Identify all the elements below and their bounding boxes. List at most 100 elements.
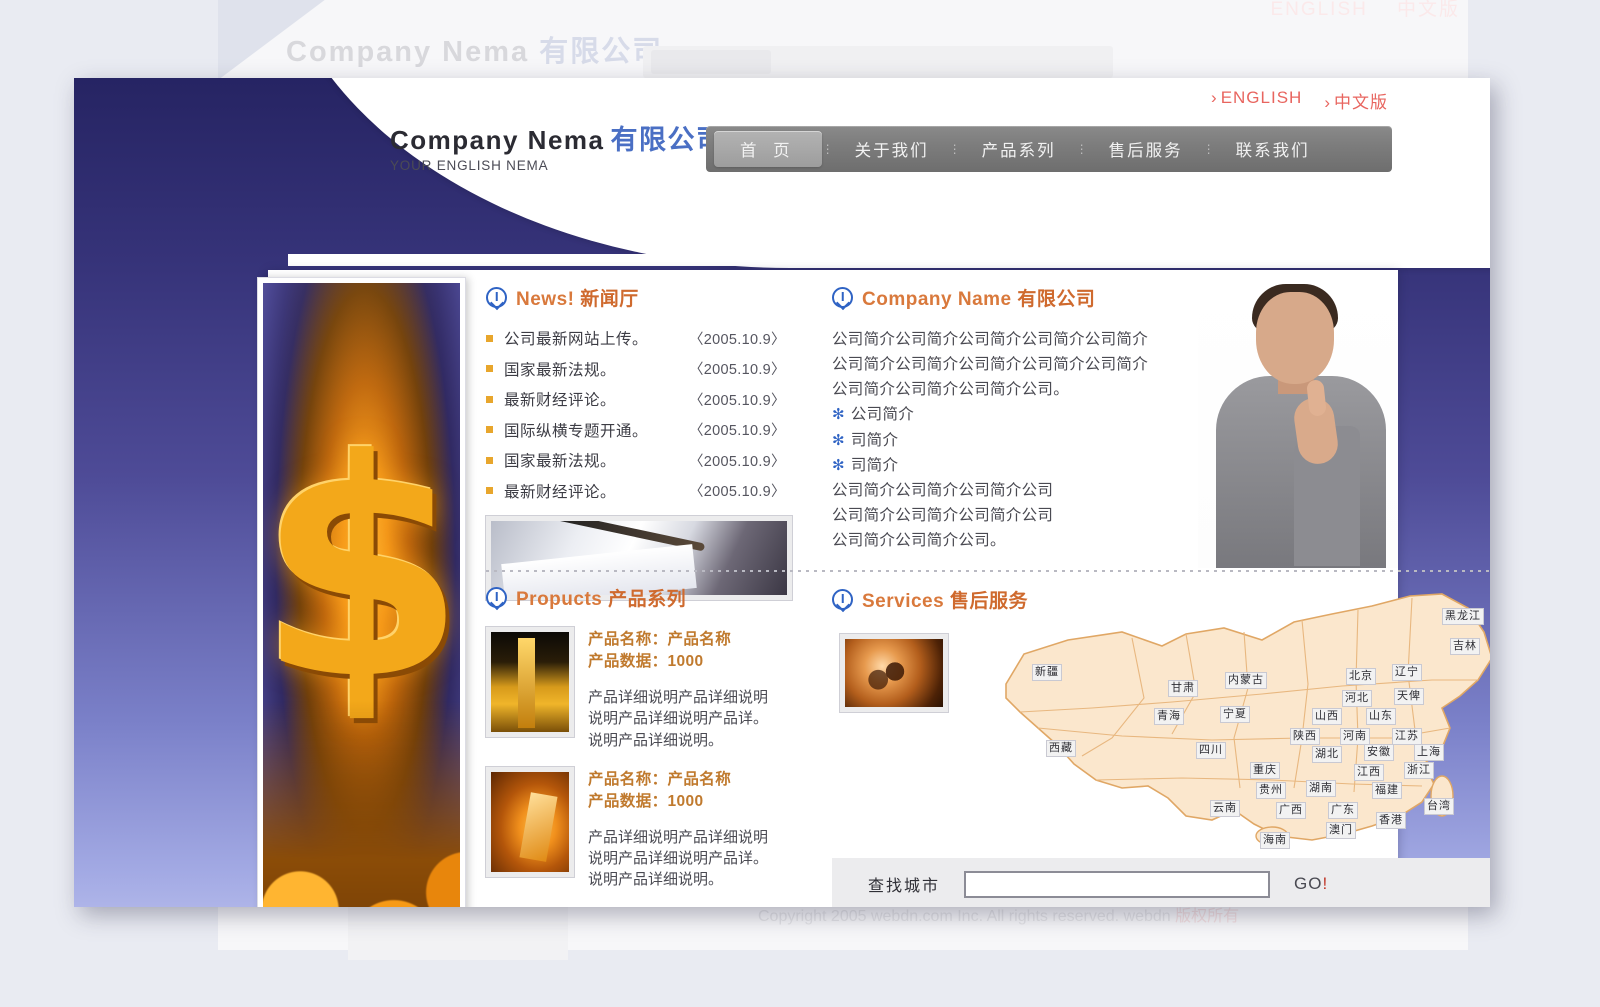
map-province-label[interactable]: 湖北	[1312, 746, 1342, 763]
map-province-label[interactable]: 河北	[1342, 690, 1372, 707]
map-province-label[interactable]: 广西	[1276, 802, 1306, 819]
news-section-header: News! 新闻厅	[486, 284, 816, 311]
map-province-label[interactable]: 内蒙古	[1225, 672, 1267, 689]
company-bullet-label: 司简介	[850, 456, 899, 474]
nav-item-after-sales[interactable]: 售后服务	[1089, 137, 1203, 161]
lang-english-label: ENGLISH	[1220, 88, 1303, 107]
map-province-label[interactable]: 四川	[1196, 742, 1226, 759]
list-item[interactable]: 国家最新法规。 〈2005.10.9〉	[486, 358, 816, 380]
list-item[interactable]: 最新财经评论。 〈2005.10.9〉	[486, 388, 816, 410]
site-header: › ENGLISH › 中文版 Company Nema 有限公司 YOUR ENGL…	[288, 78, 1394, 264]
product-thumbnail	[486, 627, 574, 737]
gold-coins	[263, 701, 460, 907]
product-thumbnail	[486, 766, 574, 877]
map-province-label[interactable]: 贵州	[1256, 782, 1286, 799]
products-section: Propucts 产品系列 产品名称：产品名称 产品数据：1000 产品详细说明…	[486, 584, 816, 891]
map-province-label[interactable]: 江苏	[1392, 728, 1422, 745]
news-item-date: 〈2005.10.9〉	[689, 331, 786, 348]
map-province-label[interactable]: 青海	[1154, 708, 1184, 725]
map-province-label[interactable]: 云南	[1210, 800, 1240, 817]
map-province-label[interactable]: 山西	[1312, 708, 1342, 725]
list-item[interactable]: 公司最新网站上传。 〈2005.10.9〉	[486, 327, 816, 349]
map-province-label[interactable]: 福建	[1372, 782, 1402, 799]
site-logo[interactable]: Company Nema 有限公司 YOUR ENGLISH NEMA	[390, 118, 725, 173]
product-item[interactable]: 产品名称：产品名称 产品数据：1000 产品详细说明产品详细说明 说明产品详细说…	[486, 766, 816, 891]
download-circle-icon	[832, 287, 853, 308]
nav-item-contact[interactable]: 联系我们	[1216, 137, 1330, 161]
map-province-label[interactable]: 澳门	[1326, 822, 1356, 839]
products-section-header: Propucts 产品系列	[486, 584, 816, 611]
map-province-label[interactable]: 河南	[1340, 728, 1370, 745]
go-button[interactable]: GO!	[1294, 874, 1328, 894]
map-province-label[interactable]: 台湾	[1424, 798, 1454, 815]
logo-line-1: Company Nema 有限公司	[390, 118, 725, 157]
product-name: 产品名称：产品名称	[588, 770, 732, 788]
news-item-date: 〈2005.10.9〉	[689, 362, 786, 378]
map-province-label[interactable]: 广东	[1328, 802, 1358, 819]
map-province-label[interactable]: 海南	[1260, 832, 1290, 849]
product-data: 产品数据：1000	[588, 792, 704, 810]
chevron-right-icon-en: ›	[1211, 88, 1218, 107]
product-desc-line: 说明产品详细说明。	[588, 871, 724, 889]
map-province-label[interactable]: 山东	[1366, 708, 1396, 725]
bullet-square-icon	[486, 334, 493, 342]
map-province-label[interactable]: 宁夏	[1220, 706, 1250, 723]
list-item[interactable]: 国家最新法规。 〈2005.10.9〉	[486, 449, 816, 471]
company-title: Company Name 有限公司	[862, 284, 1095, 311]
map-province-label[interactable]: 香港	[1376, 812, 1406, 829]
map-province-label[interactable]: 浙江	[1404, 762, 1434, 779]
asterisk-icon: ✻	[832, 406, 845, 424]
map-province-label[interactable]: 黑龙江	[1442, 608, 1484, 625]
map-province-label[interactable]: 北京	[1346, 668, 1376, 685]
news-item-text: 最新财经评论。	[504, 392, 617, 409]
map-province-label[interactable]: 江西	[1354, 764, 1384, 781]
news-item-date: 〈2005.10.9〉	[689, 484, 786, 500]
city-search-input[interactable]	[964, 870, 1271, 898]
bullet-square-icon	[486, 365, 493, 372]
map-province-label[interactable]: 新疆	[1032, 664, 1062, 681]
services-title-en: Services	[862, 591, 945, 612]
product-description: 产品详细说明产品详细说明 说明产品详细说明产品详。 说明产品详细说明。	[588, 827, 768, 891]
language-bar: › ENGLISH › 中文版	[1211, 88, 1388, 113]
bullet-square-icon	[486, 426, 493, 433]
map-province-label[interactable]: 安徽	[1364, 744, 1394, 761]
lang-chinese-link[interactable]: › 中文版	[1324, 88, 1388, 113]
nav-item-home[interactable]: 首 页	[714, 131, 822, 167]
chevron-right-icon-cn: ›	[1324, 93, 1331, 112]
city-search-label: 查找城市	[868, 878, 941, 895]
map-province-label[interactable]: 重庆	[1250, 762, 1280, 779]
map-province-label[interactable]: 陕西	[1290, 728, 1320, 745]
products-title-en: Propucts	[516, 589, 603, 610]
lang-english-link[interactable]: › ENGLISH	[1211, 88, 1302, 113]
bullet-square-icon	[486, 456, 493, 464]
services-section: Services 售后服务 新疆 黑龙江 吉林 甘肃 内蒙古 北京 辽宁 河北 …	[832, 586, 1490, 849]
news-item-date: 〈2005.10.9〉	[689, 423, 786, 439]
map-province-label[interactable]: 西藏	[1046, 740, 1076, 757]
map-province-label[interactable]: 上海	[1414, 744, 1444, 761]
download-circle-icon	[486, 287, 507, 308]
news-item-date: 〈2005.10.9〉	[689, 453, 786, 470]
ghost-nav-active	[651, 50, 771, 74]
map-province-label[interactable]: 湖南	[1306, 780, 1336, 797]
list-item[interactable]: 最新财经评论。 〈2005.10.9〉	[486, 480, 816, 502]
ghost-lang-chinese: 中文版	[1396, 0, 1460, 20]
product-desc-line: 说明产品详细说明产品详。	[588, 850, 769, 868]
product-name: 产品名称：产品名称	[588, 631, 732, 648]
nav-separator-3: ⋮	[1075, 142, 1089, 156]
map-province-label[interactable]: 辽宁	[1392, 664, 1422, 681]
nav-item-about[interactable]: 关于我们	[835, 137, 949, 161]
news-section: News! 新闻厅 公司最新网站上传。 〈2005.10.9〉 国家最新法规。 〈2…	[486, 284, 816, 600]
lang-chinese-label: 中文版	[1334, 93, 1388, 112]
map-province-label[interactable]: 天俾	[1394, 688, 1424, 705]
list-item[interactable]: 国际纵横专题开通。 〈2005.10.9〉	[486, 419, 816, 441]
china-map[interactable]: 新疆 黑龙江吉林甘肃 内蒙古 北京 辽宁河北 天俾青海 宁夏 山西 山东陕西 河南 江苏西藏 四川 湖北…	[972, 588, 1490, 849]
product-desc-line: 产品详细说明产品详细说明	[588, 828, 769, 846]
asterisk-icon: ✻	[832, 456, 845, 474]
map-province-label[interactable]: 甘肃	[1168, 680, 1198, 697]
product-item[interactable]: 产品名称：产品名称 产品数据：1000 产品详细说明产品详细说明 说明产品详细说…	[486, 627, 816, 751]
nav-item-products[interactable]: 产品系列	[962, 137, 1076, 161]
globe-image	[840, 634, 948, 712]
company-title-cn: 有限公司	[1017, 289, 1096, 310]
map-province-label[interactable]: 吉林	[1450, 638, 1480, 655]
download-circle-icon	[832, 589, 853, 610]
